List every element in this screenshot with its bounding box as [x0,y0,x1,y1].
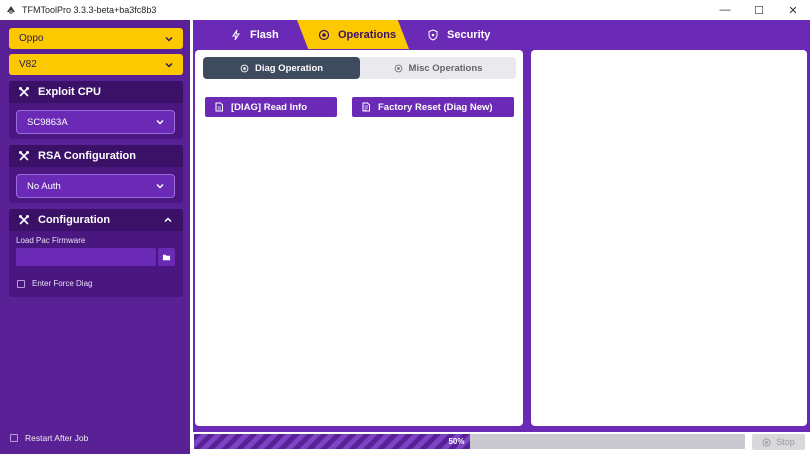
rsa-configuration-select[interactable]: No Auth [16,174,175,198]
model-select[interactable]: V82 [9,54,183,75]
rsa-configuration-header: RSA Configuration [9,145,183,167]
configuration-title: Configuration [38,214,111,226]
browse-folder-button[interactable] [158,248,175,266]
gear-icon [240,64,249,72]
chevron-down-icon [156,119,164,125]
operations-pane: Diag Operation Misc Operations [DIAG] Re… [195,50,523,426]
tab-operations[interactable]: Operations [318,20,396,49]
brand-select-value: Oppo [19,33,44,44]
restart-after-job-label: Restart After Job [25,433,89,443]
subtab-bar: Diag Operation Misc Operations [203,57,516,79]
exploit-cpu-section: Exploit CPU SC9863A [9,81,183,139]
window-title: TFMToolPro 3.3.3-beta+ba3fc8b3 [22,5,157,15]
log-pane [531,50,807,426]
chevron-down-icon [165,36,173,42]
configuration-header[interactable]: Configuration [9,209,183,231]
tab-misc-operations-label: Misc Operations [408,62,483,74]
brand-select[interactable]: Oppo [9,28,183,49]
chevron-down-icon [165,62,173,68]
factory-reset-button[interactable]: Factory Reset (Diag New) [352,97,514,117]
stop-button[interactable]: Stop [752,434,805,450]
enter-force-diag-checkbox[interactable] [17,279,25,288]
read-info-label: [DIAG] Read Info [231,101,307,113]
factory-reset-label: Factory Reset (Diag New) [378,101,493,113]
tab-security[interactable]: Security [427,20,490,49]
progress-label: 50% [448,437,465,446]
tab-misc-operations[interactable]: Misc Operations [360,57,516,79]
tab-diag-operation-label: Diag Operation [254,62,324,74]
close-button[interactable]: ✕ [776,0,810,20]
gear-icon [394,64,402,72]
rsa-configuration-value: No Auth [27,180,61,192]
restart-after-job-row[interactable]: Restart After Job [10,433,88,443]
enter-force-diag-row[interactable]: Enter Force Diag [17,279,92,288]
shield-icon [428,28,438,41]
load-pac-label: Load Pac Firmware [16,236,86,245]
title-bar: TFMToolPro 3.3.3-beta+ba3fc8b3 — ☐ ✕ [0,0,810,20]
minimize-button[interactable]: — [708,0,742,20]
sidebar: Oppo V82 Exploit CPU SC9863A RSA Configu… [0,20,190,454]
tab-flash-label: Flash [250,28,279,41]
file-reset-icon [362,102,370,112]
tab-flash[interactable]: Flash [230,20,279,49]
restart-after-job-checkbox[interactable] [10,434,18,442]
app-icon [5,4,17,16]
lightning-icon [232,29,240,40]
chevron-down-icon [156,183,164,189]
stop-label: Stop [776,437,795,447]
load-pac-input[interactable] [16,248,156,266]
top-nav: Flash Operations Security [193,20,810,49]
exploit-cpu-header: Exploit CPU [9,81,183,103]
rsa-configuration-title: RSA Configuration [38,150,136,162]
tools-icon [18,150,30,162]
progress-bar: 50% [194,434,745,449]
model-select-value: V82 [19,59,37,70]
chevron-up-icon[interactable] [163,215,173,225]
configuration-section: Configuration Load Pac Firmware Enter Fo… [9,209,183,297]
gear-icon [318,29,330,40]
tab-operations-label: Operations [338,28,397,41]
read-info-button[interactable]: [DIAG] Read Info [205,97,337,117]
folder-open-icon [162,254,171,260]
tools-icon [18,214,30,226]
exploit-cpu-title: Exploit CPU [38,86,101,98]
tab-diag-operation[interactable]: Diag Operation [203,57,360,79]
stop-icon [762,437,771,447]
tools-icon [18,86,30,98]
tab-security-label: Security [447,28,491,41]
maximize-button[interactable]: ☐ [742,0,776,20]
exploit-cpu-value: SC9863A [27,116,68,128]
document-icon [215,102,223,112]
enter-force-diag-label: Enter Force Diag [32,279,93,288]
exploit-cpu-select[interactable]: SC9863A [16,110,175,134]
rsa-configuration-section: RSA Configuration No Auth [9,145,183,203]
